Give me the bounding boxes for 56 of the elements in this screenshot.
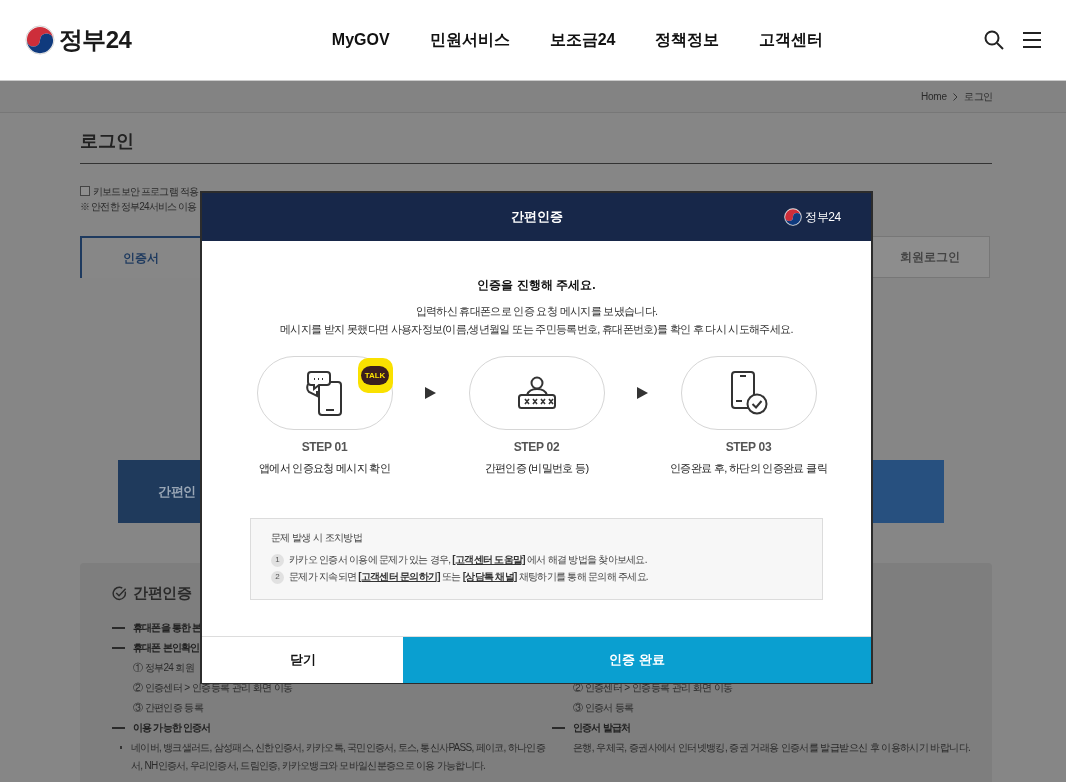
number-badge: 2: [271, 570, 284, 584]
help-text: 카카오 인증서 이용에 문제가 있는 경우, [고객센터 도움말] 에서 해결 방법을 찾아보세요.: [289, 553, 647, 567]
nav-link[interactable]: MyGOV: [331, 28, 390, 52]
info-heading: 휴대폰 본인확인: [133, 641, 200, 655]
info-heading: 이용 가능한 인증서: [133, 721, 211, 735]
chevron-right-icon: [952, 92, 958, 101]
checkbox-label: 키보드보안 프로그램 적용: [93, 184, 199, 199]
nav-link[interactable]: 민원서비스: [429, 28, 510, 52]
login-button-background: [872, 460, 944, 523]
help-link[interactable]: [상담톡 채널]: [462, 571, 517, 582]
search-icon[interactable]: [984, 30, 1004, 50]
step-description: 간편인증 (비밀번호 등): [484, 461, 589, 476]
info-text: ① 정부24 회원: [132, 661, 195, 675]
help-link[interactable]: [고객센터 도움말]: [452, 554, 525, 565]
info-text: ② 인증센터 > 인증등록 관리 화면 이동: [132, 681, 293, 695]
number-badge: 1: [271, 553, 284, 567]
checkbox[interactable]: [80, 186, 90, 196]
help-link[interactable]: [고객센터 문의하기]: [358, 571, 440, 582]
talk-badge: TALK: [357, 358, 393, 393]
step-description: 앱에서 인증요청 메시지 확인: [258, 461, 391, 476]
dialog-heading: 인증을 진행해 주세요.: [476, 277, 597, 294]
emblem-icon: [25, 25, 55, 55]
logo-text[interactable]: 정부24: [59, 22, 132, 58]
arrow-icon: [637, 387, 648, 399]
info-text: ② 인증센터 > 인증등록 관리 화면 이동: [572, 681, 733, 695]
dialog-title: 간편인증: [510, 208, 563, 227]
simple-auth-button[interactable]: 간편인: [118, 460, 200, 523]
nav-link[interactable]: 고객센터: [759, 28, 824, 52]
step-label: STEP 01: [301, 439, 348, 455]
arrow-icon: [425, 387, 436, 399]
nav-link[interactable]: 정책정보: [655, 28, 720, 52]
help-text: 문제가 지속되면 [고객센터 문의하기] 또는 [상담톡 채널] 채팅하기를 통해 문의해 주세요.: [289, 570, 648, 584]
info-text: ③ 인증서 등록: [572, 701, 634, 715]
info-text: 은행, 우체국, 증권사에서 인터넷뱅킹, 증권 거래용 인증서를 발급받으신 후 이용하시기 바랍니다.: [572, 741, 972, 755]
phone-chat-icon: [304, 369, 345, 417]
check-circle-icon: [112, 585, 127, 601]
notice-text: ※ 안전한 정부24서비스 이용: [80, 200, 198, 214]
nav-link[interactable]: 보조금24: [549, 28, 616, 52]
info-heading: 인증서 발급처: [573, 721, 631, 735]
breadcrumb-link[interactable]: Home: [921, 89, 947, 104]
breadcrumb-link[interactable]: 로그인: [963, 89, 993, 104]
menu-icon[interactable]: [1023, 32, 1041, 48]
page-title: 로그인: [80, 130, 135, 153]
step-label: STEP 03: [725, 439, 772, 455]
step-label: STEP 02: [513, 439, 560, 455]
phone-check-icon: [729, 371, 768, 415]
logo-text: 정부24: [804, 209, 841, 226]
info-text: 네이버, 뱅크샐러드, 삼성패스, 신한인증서, 카카오톡, 국민인증서, 토스, 통신사PASS, 페이코, 하나인증서, NH인증서, 우리인증서, 드림인증, 카카오뱅크와 모바일신분증으로 이용 가능합니다.: [131, 741, 546, 773]
dialog-message: 메시지를 받지 못했다면 사용자정보(이름,생년월일 또는 주민등록번호, 휴대폰번호)를 확인 후 다시 시도해주세요.: [280, 322, 793, 337]
info-text: ③ 간편인증 등록: [132, 701, 204, 715]
help-title: 문제 발생 시 조치방법: [271, 531, 364, 545]
info-title: 간편인증: [133, 582, 192, 603]
user-password-icon: [516, 376, 557, 410]
step-description: 인증완료 후, 하단의 인증완료 클릭: [670, 461, 827, 476]
emblem-icon: [783, 208, 802, 226]
dialog-message: 입력하신 휴대폰으로 인증 요청 메시지를 보냈습니다.: [415, 304, 658, 319]
